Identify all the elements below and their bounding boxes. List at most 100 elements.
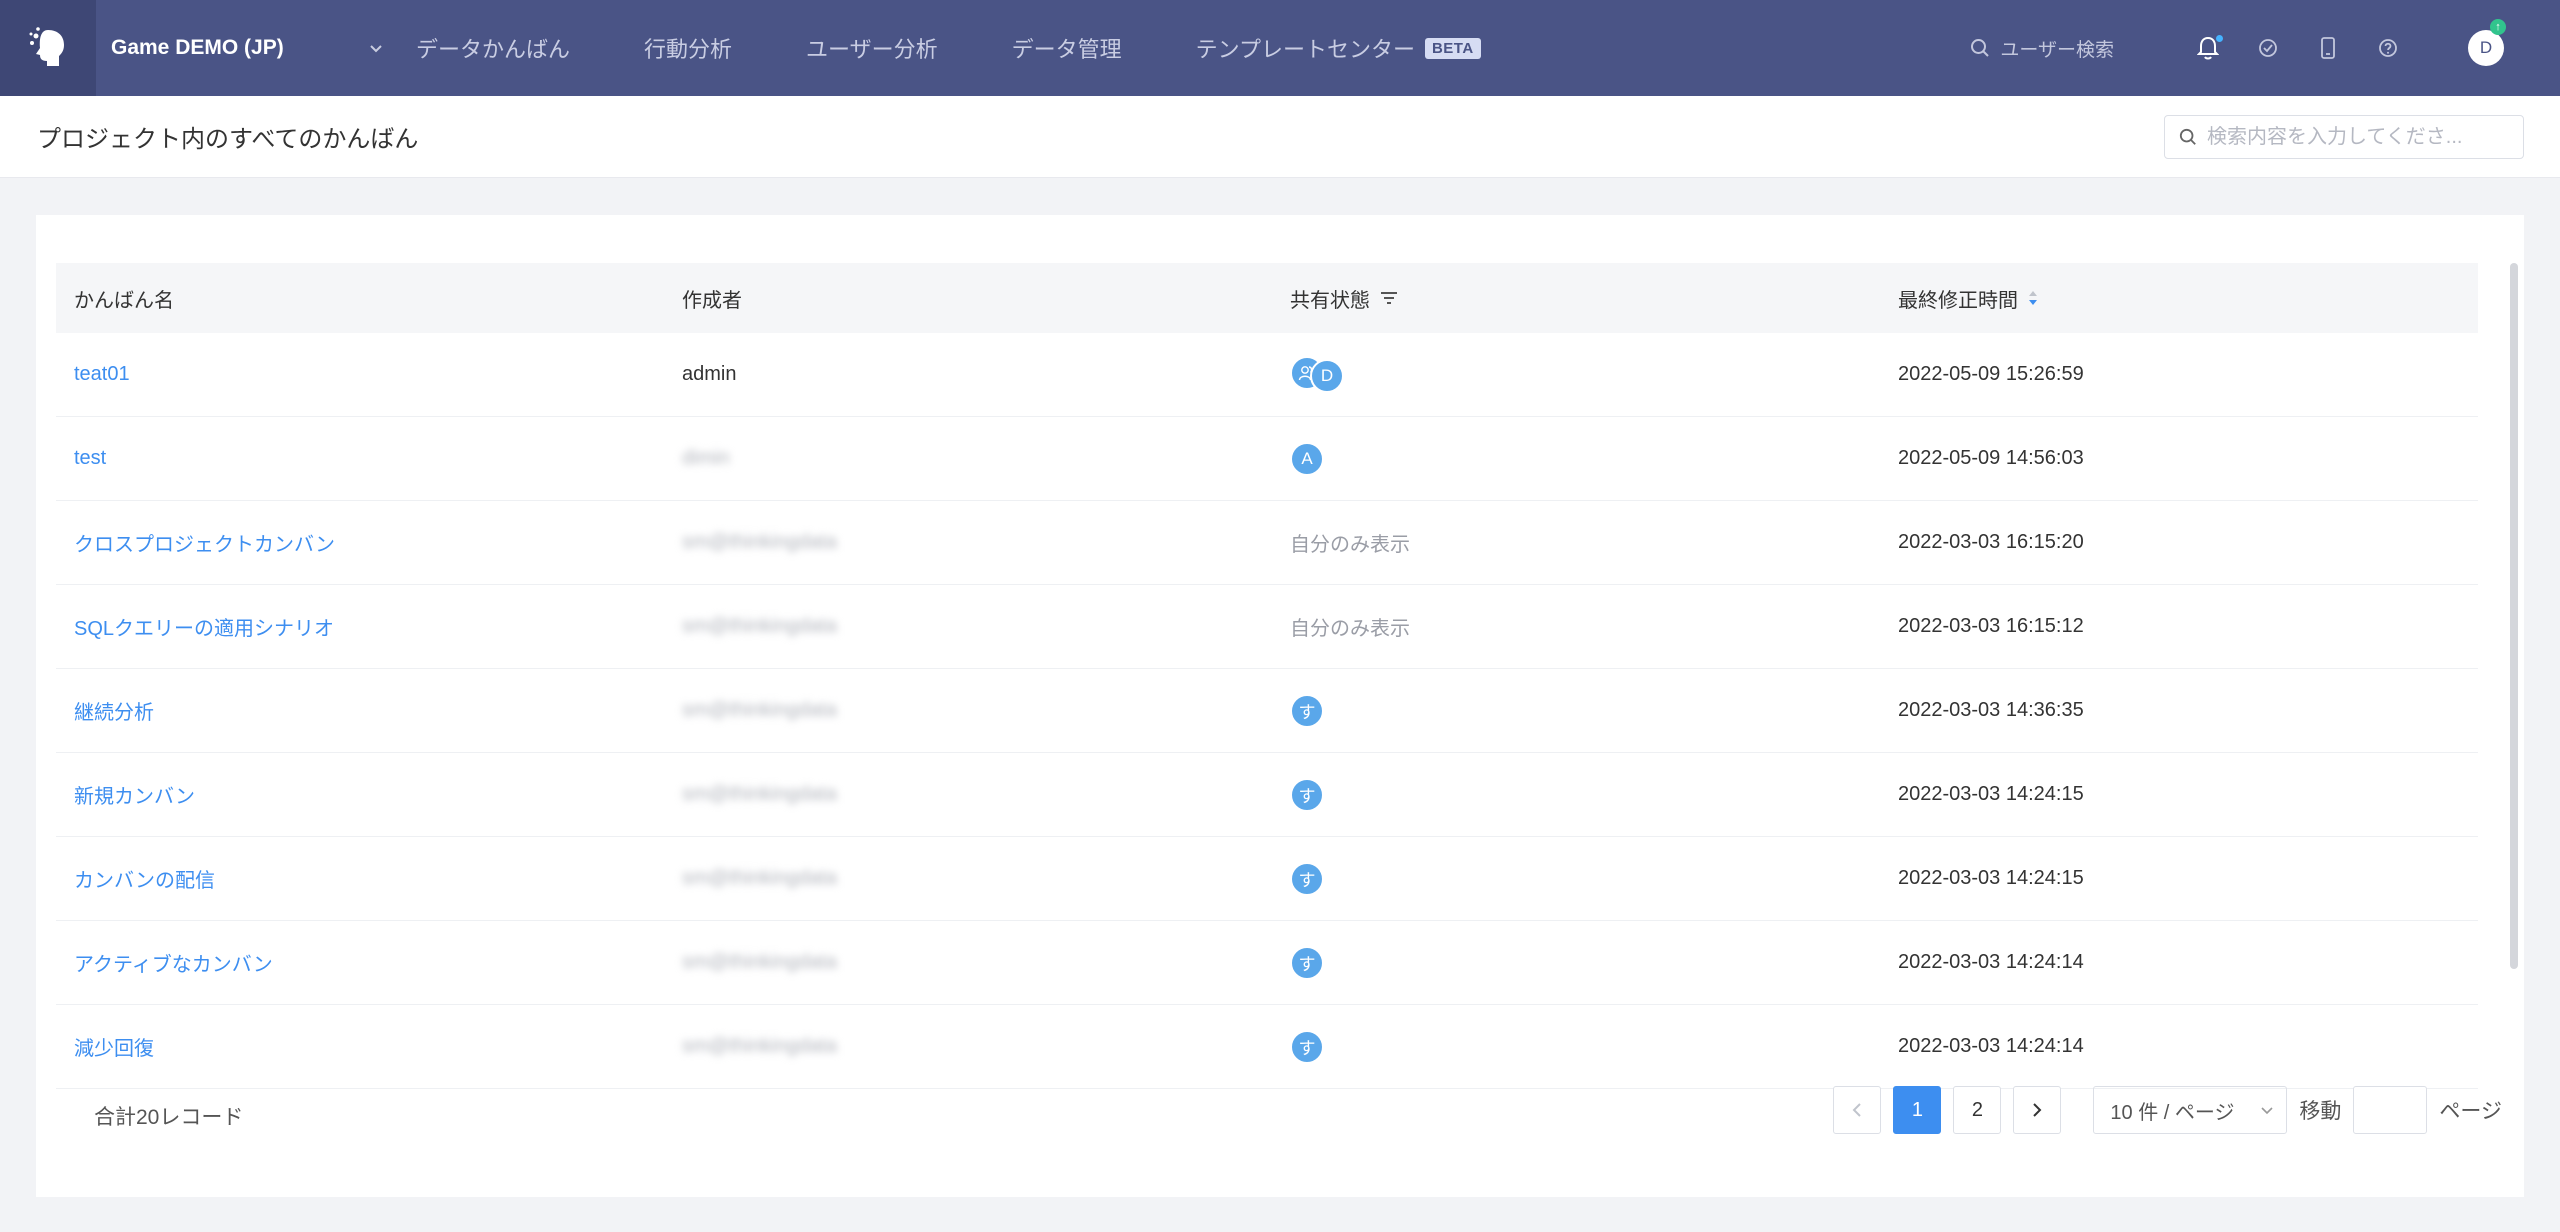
user-search-button[interactable]: ユーザー検索: [1970, 35, 2114, 62]
creator-cell: sm@thinkingdata: [664, 867, 1272, 890]
modified-time-cell: 2022-05-09 14:56:03: [1898, 447, 2084, 469]
kanban-name-link[interactable]: 減少回復: [74, 1038, 154, 1060]
page-header: プロジェクト内のすべてのかんばん: [0, 96, 2560, 178]
help-icon: [2379, 39, 2397, 57]
kanban-name-link[interactable]: test: [74, 447, 106, 469]
modified-time-cell: 2022-03-03 14:24:14: [1898, 951, 2084, 973]
creator-cell: sm@thinkingdata: [664, 951, 1272, 974]
kanban-name-link[interactable]: クロスプロジェクトカンバン: [74, 534, 335, 556]
column-header-modified[interactable]: 最終修正時間: [1880, 284, 2478, 313]
nav-data-kanban[interactable]: データかんばん: [416, 32, 570, 64]
table-row[interactable]: アクティブなカンバン sm@thinkingdata す 2022-03-03 14:…: [56, 921, 2478, 1005]
kanban-name-cell: クロスプロジェクトカンバン: [56, 528, 664, 557]
kanban-name-cell: 減少回復: [56, 1032, 664, 1061]
table-row[interactable]: SQLクエリーの適用シナリオ sm@thinkingdata 自分のみ表示 2022-…: [56, 585, 2478, 669]
creator-cell: sm@thinkingdata: [664, 531, 1272, 554]
nav-behavior-analysis[interactable]: 行動分析: [644, 32, 732, 64]
creator-name: sm@thinkingdata: [682, 615, 837, 637]
kanban-search-box[interactable]: [2164, 115, 2524, 159]
share-avatar[interactable]: す: [1290, 777, 1324, 812]
kanban-name-link[interactable]: teat01: [74, 363, 130, 385]
column-header-creator: 作成者: [664, 284, 1272, 313]
help-button[interactable]: [2358, 38, 2418, 58]
nav-label: データかんばん: [416, 37, 571, 62]
check-circle-icon: [2259, 39, 2277, 57]
table-row[interactable]: 減少回復 sm@thinkingdata す 2022-03-03 14:24:14: [56, 1005, 2478, 1089]
table-row[interactable]: test dimin A 2022-05-09 14:56:03: [56, 417, 2478, 501]
kanban-search-input[interactable]: [2207, 125, 2523, 149]
kanban-name-link[interactable]: アクティブなカンバン: [74, 954, 273, 976]
nav-user-analysis[interactable]: ユーザー分析: [806, 32, 938, 64]
creator-name: sm@thinkingdata: [682, 699, 837, 721]
creator-cell: sm@thinkingdata: [664, 1035, 1272, 1058]
share-status-cell: 自分のみ表示: [1272, 528, 1880, 557]
notification-dot: [2215, 34, 2224, 43]
mobile-button[interactable]: [2298, 37, 2358, 59]
table-row[interactable]: クロスプロジェクトカンバン sm@thinkingdata 自分のみ表示 2022-0…: [56, 501, 2478, 585]
toolbar-right: ユーザー検索 D ↑: [1970, 0, 2560, 96]
page-2-button[interactable]: 2: [1953, 1086, 2002, 1134]
share-avatar[interactable]: す: [1290, 945, 1324, 980]
chevron-down-icon: [2260, 1099, 2274, 1122]
notifications-button[interactable]: [2178, 34, 2238, 60]
kanban-name-link[interactable]: カンバンの配信: [74, 870, 215, 892]
modified-time-cell: 2022-03-03 14:24:15: [1898, 867, 2084, 889]
app-logo[interactable]: [0, 0, 96, 96]
creator-name: sm@thinkingdata: [682, 867, 837, 889]
column-label: 共有状態: [1290, 289, 1370, 312]
jump-page-input[interactable]: [2353, 1086, 2428, 1134]
share-avatar[interactable]: A: [1290, 441, 1324, 476]
kanban-name-cell: カンバンの配信: [56, 864, 664, 893]
search-icon: [1971, 39, 1990, 57]
user-search-label: ユーザー検索: [2000, 39, 2114, 61]
creator-name: sm@thinkingdata: [682, 951, 837, 973]
column-header-name: かんばん名: [56, 284, 664, 313]
creator-name: sm@thinkingdata: [682, 783, 837, 805]
creator-name: sm@thinkingdata: [682, 1035, 837, 1057]
kanban-name-link[interactable]: 継続分析: [74, 702, 154, 724]
creator-name: sm@thinkingdata: [682, 531, 837, 553]
table-row[interactable]: カンバンの配信 sm@thinkingdata す 2022-03-03 14:24:…: [56, 837, 2478, 921]
prev-page-button[interactable]: [1833, 1086, 1882, 1134]
creator-cell: sm@thinkingdata: [664, 615, 1272, 638]
nav-label: データ管理: [1011, 37, 1122, 62]
share-avatar[interactable]: す: [1290, 693, 1324, 728]
share-status-cell: A: [1272, 441, 1880, 476]
project-selector[interactable]: Game DEMO (JP): [96, 36, 396, 60]
table-row[interactable]: 継続分析 sm@thinkingdata す 2022-03-03 14:36:35: [56, 669, 2478, 753]
kanban-name-link[interactable]: SQLクエリーの適用シナリオ: [74, 618, 334, 640]
share-status-cell: す: [1272, 1029, 1880, 1064]
nav-data-management[interactable]: データ管理: [1012, 32, 1122, 64]
main-nav: データかんばん 行動分析 ユーザー分析 データ管理 テンプレートセンター BET…: [416, 0, 1555, 96]
next-page-button[interactable]: [2013, 1086, 2062, 1134]
kanban-name-link[interactable]: 新規カンバン: [74, 786, 195, 808]
nav-label: 行動分析: [644, 37, 733, 62]
nav-label: ユーザー分析: [806, 37, 938, 62]
nav-label: テンプレートセンター: [1195, 37, 1415, 62]
share-avatar[interactable]: D: [1310, 359, 1344, 393]
table-header: かんばん名 作成者 共有状態 最終修正時間: [56, 263, 2478, 333]
share-avatar[interactable]: す: [1290, 861, 1324, 896]
kanban-name-cell: 新規カンバン: [56, 780, 664, 809]
project-name: Game DEMO (JP): [111, 36, 284, 59]
top-navbar: Game DEMO (JP) データかんばん 行動分析 ユーザー分析 データ管理…: [0, 0, 2560, 96]
column-label: かんばん名: [74, 289, 174, 312]
search-icon: [2179, 128, 2196, 145]
nav-template-center[interactable]: テンプレートセンター BETA: [1196, 32, 1481, 64]
table-row[interactable]: teat01 admin D 2022-05-09 15:26:59: [56, 333, 2478, 417]
table-scrollbar[interactable]: [2510, 263, 2518, 969]
pagination-bar: 合計20レコード 1 2 10 件 / ページ 移動 ページ: [36, 1085, 2524, 1145]
chevron-down-icon: [356, 36, 396, 60]
share-avatar[interactable]: す: [1290, 1029, 1324, 1064]
total-records: 合計20レコード: [94, 1106, 244, 1129]
tasks-button[interactable]: [2238, 38, 2298, 58]
page-size-select[interactable]: 10 件 / ページ: [2093, 1086, 2288, 1134]
creator-cell: sm@thinkingdata: [664, 783, 1272, 806]
user-avatar[interactable]: D ↑: [2468, 19, 2506, 66]
page-suffix-label: ページ: [2439, 1100, 2502, 1123]
update-arrow-icon: ↑: [2490, 19, 2506, 35]
page-1-button[interactable]: 1: [1893, 1086, 1942, 1134]
filter-icon[interactable]: [1380, 291, 1398, 305]
table-row[interactable]: 新規カンバン sm@thinkingdata す 2022-03-03 14:24:1…: [56, 753, 2478, 837]
sort-icon[interactable]: [2026, 287, 2040, 309]
